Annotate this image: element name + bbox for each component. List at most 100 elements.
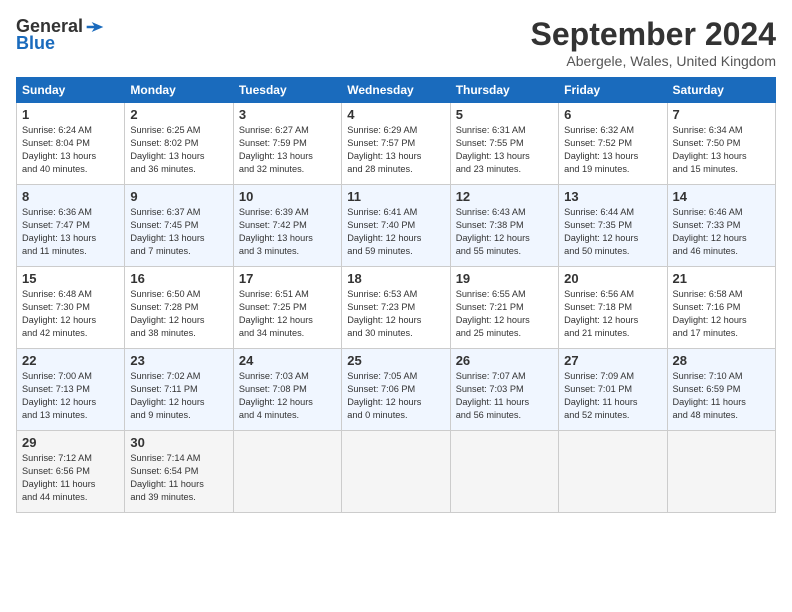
day-number: 5 — [456, 107, 553, 122]
day-number: 21 — [673, 271, 770, 286]
col-saturday: Saturday — [667, 78, 775, 103]
col-thursday: Thursday — [450, 78, 558, 103]
table-cell: 10 Sunrise: 6:39 AM Sunset: 7:42 PM Dayli… — [233, 185, 341, 267]
day-number: 9 — [130, 189, 227, 204]
table-cell: 1 Sunrise: 6:24 AM Sunset: 8:04 PM Daylig… — [17, 103, 125, 185]
day-info: Sunrise: 6:53 AM Sunset: 7:23 PM Dayligh… — [347, 288, 444, 340]
table-cell: 21Sunrise: 6:58 AM Sunset: 7:16 PM Dayli… — [667, 267, 775, 349]
day-number: 26 — [456, 353, 553, 368]
day-info: Sunrise: 6:46 AM Sunset: 7:33 PM Dayligh… — [673, 206, 770, 258]
table-cell: 14 Sunrise: 6:46 AM Sunset: 7:33 PM Dayli… — [667, 185, 775, 267]
day-info: Sunrise: 6:56 AM Sunset: 7:18 PM Dayligh… — [564, 288, 661, 340]
day-number: 30 — [130, 435, 227, 450]
table-cell: 16Sunrise: 6:50 AM Sunset: 7:28 PM Dayli… — [125, 267, 233, 349]
table-cell: 23 Sunrise: 7:02 AM Sunset: 7:11 PM Dayli… — [125, 349, 233, 431]
day-number: 25 — [347, 353, 444, 368]
day-number: 22 — [22, 353, 119, 368]
day-info: Sunrise: 6:48 AM Sunset: 7:30 PM Dayligh… — [22, 288, 119, 340]
day-info: Sunrise: 7:07 AM Sunset: 7:03 PM Dayligh… — [456, 370, 553, 422]
table-cell: 6Sunrise: 6:32 AM Sunset: 7:52 PM Daylig… — [559, 103, 667, 185]
logo-blue: Blue — [16, 33, 55, 54]
col-wednesday: Wednesday — [342, 78, 450, 103]
day-info: Sunrise: 6:27 AM Sunset: 7:59 PM Dayligh… — [239, 124, 336, 176]
day-number: 18 — [347, 271, 444, 286]
day-info: Sunrise: 6:55 AM Sunset: 7:21 PM Dayligh… — [456, 288, 553, 340]
day-info: Sunrise: 6:41 AM Sunset: 7:40 PM Dayligh… — [347, 206, 444, 258]
table-cell — [559, 431, 667, 513]
table-cell: 30 Sunrise: 7:14 AM Sunset: 6:54 PM Dayli… — [125, 431, 233, 513]
day-number: 2 — [130, 107, 227, 122]
table-cell: 8 Sunrise: 6:36 AM Sunset: 7:47 PM Daylig… — [17, 185, 125, 267]
day-number: 29 — [22, 435, 119, 450]
table-cell: 11 Sunrise: 6:41 AM Sunset: 7:40 PM Dayli… — [342, 185, 450, 267]
title-block: September 2024 Abergele, Wales, United K… — [531, 16, 776, 69]
table-cell — [450, 431, 558, 513]
day-info: Sunrise: 6:24 AM Sunset: 8:04 PM Dayligh… — [22, 124, 119, 176]
day-number: 1 — [22, 107, 119, 122]
day-number: 19 — [456, 271, 553, 286]
day-info: Sunrise: 7:09 AM Sunset: 7:01 PM Dayligh… — [564, 370, 661, 422]
table-cell: 3 Sunrise: 6:27 AM Sunset: 7:59 PM Daylig… — [233, 103, 341, 185]
day-info: Sunrise: 7:00 AM Sunset: 7:13 PM Dayligh… — [22, 370, 119, 422]
day-info: Sunrise: 7:03 AM Sunset: 7:08 PM Dayligh… — [239, 370, 336, 422]
day-info: Sunrise: 7:10 AM Sunset: 6:59 PM Dayligh… — [673, 370, 770, 422]
table-cell: 4Sunrise: 6:29 AM Sunset: 7:57 PM Daylig… — [342, 103, 450, 185]
table-cell: 26 Sunrise: 7:07 AM Sunset: 7:03 PM Dayli… — [450, 349, 558, 431]
day-number: 8 — [22, 189, 119, 204]
day-info: Sunrise: 6:39 AM Sunset: 7:42 PM Dayligh… — [239, 206, 336, 258]
day-number: 10 — [239, 189, 336, 204]
col-tuesday: Tuesday — [233, 78, 341, 103]
logo: General Blue — [16, 16, 105, 54]
day-info: Sunrise: 7:14 AM Sunset: 6:54 PM Dayligh… — [130, 452, 227, 504]
day-number: 16 — [130, 271, 227, 286]
table-cell: 5 Sunrise: 6:31 AM Sunset: 7:55 PM Daylig… — [450, 103, 558, 185]
table-cell: 17 Sunrise: 6:51 AM Sunset: 7:25 PM Dayli… — [233, 267, 341, 349]
col-sunday: Sunday — [17, 78, 125, 103]
day-info: Sunrise: 6:37 AM Sunset: 7:45 PM Dayligh… — [130, 206, 227, 258]
day-info: Sunrise: 6:43 AM Sunset: 7:38 PM Dayligh… — [456, 206, 553, 258]
day-info: Sunrise: 6:25 AM Sunset: 8:02 PM Dayligh… — [130, 124, 227, 176]
day-info: Sunrise: 7:12 AM Sunset: 6:56 PM Dayligh… — [22, 452, 119, 504]
day-info: Sunrise: 6:51 AM Sunset: 7:25 PM Dayligh… — [239, 288, 336, 340]
day-number: 14 — [673, 189, 770, 204]
day-number: 13 — [564, 189, 661, 204]
week-row-5: 29 Sunrise: 7:12 AM Sunset: 6:56 PM Dayli… — [17, 431, 776, 513]
day-number: 3 — [239, 107, 336, 122]
table-cell: 18 Sunrise: 6:53 AM Sunset: 7:23 PM Dayli… — [342, 267, 450, 349]
week-row-1: 1 Sunrise: 6:24 AM Sunset: 8:04 PM Daylig… — [17, 103, 776, 185]
col-monday: Monday — [125, 78, 233, 103]
day-number: 27 — [564, 353, 661, 368]
location-subtitle: Abergele, Wales, United Kingdom — [531, 53, 776, 69]
month-title: September 2024 — [531, 16, 776, 53]
table-cell — [233, 431, 341, 513]
day-number: 11 — [347, 189, 444, 204]
week-row-3: 15Sunrise: 6:48 AM Sunset: 7:30 PM Dayli… — [17, 267, 776, 349]
table-cell: 25Sunrise: 7:05 AM Sunset: 7:06 PM Dayli… — [342, 349, 450, 431]
day-number: 17 — [239, 271, 336, 286]
day-info: Sunrise: 6:31 AM Sunset: 7:55 PM Dayligh… — [456, 124, 553, 176]
calendar-table: Sunday Monday Tuesday Wednesday Thursday… — [16, 77, 776, 513]
day-info: Sunrise: 6:29 AM Sunset: 7:57 PM Dayligh… — [347, 124, 444, 176]
table-cell: 12Sunrise: 6:43 AM Sunset: 7:38 PM Dayli… — [450, 185, 558, 267]
table-cell: 20 Sunrise: 6:56 AM Sunset: 7:18 PM Dayli… — [559, 267, 667, 349]
day-info: Sunrise: 6:36 AM Sunset: 7:47 PM Dayligh… — [22, 206, 119, 258]
table-cell: 9 Sunrise: 6:37 AM Sunset: 7:45 PM Daylig… — [125, 185, 233, 267]
table-cell: 24 Sunrise: 7:03 AM Sunset: 7:08 PM Dayli… — [233, 349, 341, 431]
table-cell: 7Sunrise: 6:34 AM Sunset: 7:50 PM Daylig… — [667, 103, 775, 185]
table-cell: 13 Sunrise: 6:44 AM Sunset: 7:35 PM Dayli… — [559, 185, 667, 267]
week-row-2: 8 Sunrise: 6:36 AM Sunset: 7:47 PM Daylig… — [17, 185, 776, 267]
table-cell: 2 Sunrise: 6:25 AM Sunset: 8:02 PM Daylig… — [125, 103, 233, 185]
day-number: 7 — [673, 107, 770, 122]
day-number: 28 — [673, 353, 770, 368]
day-number: 23 — [130, 353, 227, 368]
day-info: Sunrise: 6:44 AM Sunset: 7:35 PM Dayligh… — [564, 206, 661, 258]
table-cell — [342, 431, 450, 513]
day-number: 20 — [564, 271, 661, 286]
table-cell: 15Sunrise: 6:48 AM Sunset: 7:30 PM Dayli… — [17, 267, 125, 349]
day-number: 24 — [239, 353, 336, 368]
table-cell: 19 Sunrise: 6:55 AM Sunset: 7:21 PM Dayli… — [450, 267, 558, 349]
day-info: Sunrise: 7:02 AM Sunset: 7:11 PM Dayligh… — [130, 370, 227, 422]
table-cell: 27 Sunrise: 7:09 AM Sunset: 7:01 PM Dayli… — [559, 349, 667, 431]
calendar-header-row: Sunday Monday Tuesday Wednesday Thursday… — [17, 78, 776, 103]
table-cell — [667, 431, 775, 513]
